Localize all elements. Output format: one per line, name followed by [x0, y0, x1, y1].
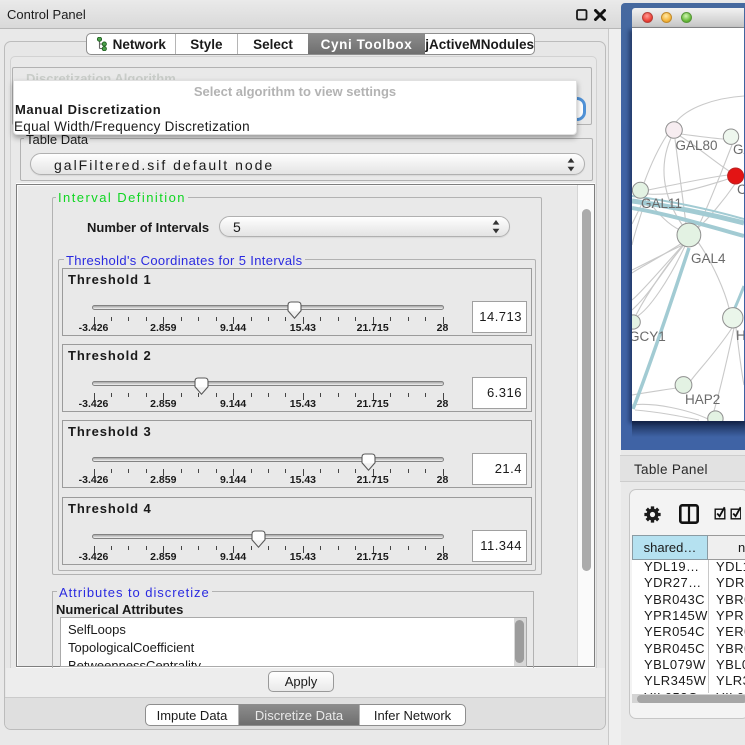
svg-text:GA: GA: [733, 142, 744, 157]
svg-text:GCY1: GCY1: [632, 329, 666, 344]
svg-text:H: H: [736, 328, 744, 343]
svg-text:GAL11: GAL11: [641, 196, 682, 211]
svg-text:C: C: [737, 182, 744, 197]
svg-text:HAP2: HAP2: [685, 392, 720, 407]
svg-text:GAL4: GAL4: [691, 251, 726, 266]
svg-text:GAL80: GAL80: [676, 138, 718, 153]
